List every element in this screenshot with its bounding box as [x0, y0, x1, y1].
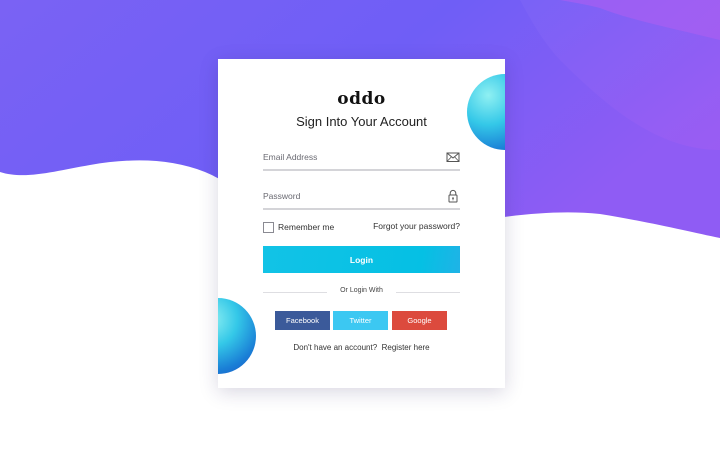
login-page: oddo Sign Into Your Account Remember me — [0, 0, 720, 450]
brand-logo: oddo — [337, 89, 386, 109]
register-link[interactable]: Register here — [382, 343, 430, 352]
divider-line-right — [396, 292, 460, 293]
social-divider: Or Login With — [263, 287, 460, 297]
remember-me-checkbox[interactable] — [263, 221, 274, 233]
decorative-orb-left — [218, 298, 256, 374]
google-login-button[interactable]: Google — [392, 311, 447, 330]
lock-icon — [448, 189, 458, 203]
facebook-login-button[interactable]: Facebook — [275, 311, 330, 330]
email-field-wrapper — [263, 147, 460, 171]
login-button[interactable]: Login — [263, 246, 460, 273]
form-title: Sign Into Your Account — [296, 114, 427, 129]
password-field-wrapper — [263, 186, 460, 210]
remember-me: Remember me — [263, 221, 334, 233]
decorative-orb-right — [467, 74, 505, 150]
register-prompt: Don't have an account? — [293, 343, 378, 352]
envelope-icon — [446, 152, 460, 162]
password-field[interactable] — [263, 186, 438, 206]
email-field[interactable] — [263, 147, 438, 167]
forgot-password-link[interactable]: Forgot your password? — [373, 221, 460, 231]
register-prompt-row: Don't have an account? Register here — [218, 343, 505, 352]
remember-me-label: Remember me — [278, 222, 335, 232]
twitter-login-button[interactable]: Twitter — [333, 311, 388, 330]
login-card: oddo Sign Into Your Account Remember me — [218, 59, 505, 388]
